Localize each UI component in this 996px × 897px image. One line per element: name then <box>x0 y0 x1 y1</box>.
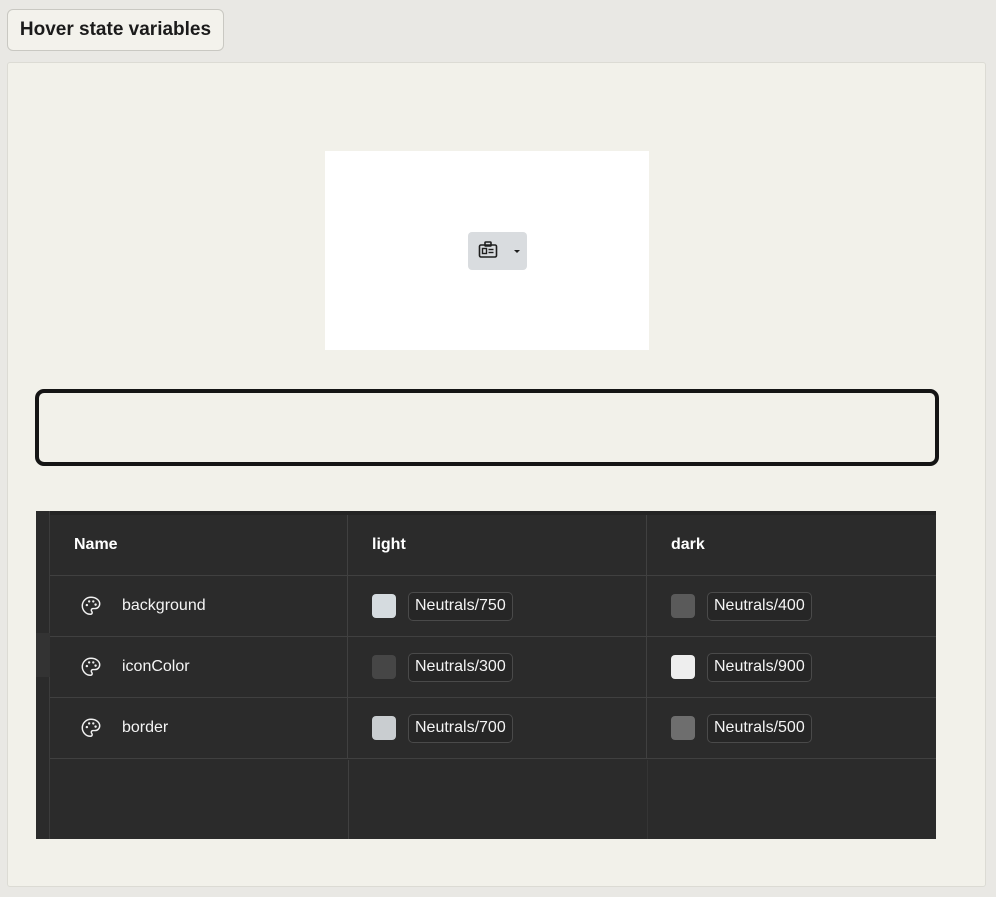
column-header-dark: dark <box>671 536 705 553</box>
table-row: iconColor Neutrals/300 Neutrals/900 <box>50 637 936 698</box>
focus-outline-box <box>35 389 939 466</box>
table-header-row: Name light dark <box>50 515 936 576</box>
palette-icon <box>81 596 101 615</box>
column-header-light: light <box>372 536 406 553</box>
token-chip[interactable]: Neutrals/750 <box>408 591 513 621</box>
color-swatch <box>372 655 396 679</box>
story-tab-label: Hover state variables <box>19 19 212 40</box>
variables-table: Name light dark background Neutrals/750 … <box>36 511 936 839</box>
color-swatch <box>671 594 695 618</box>
variable-name: border <box>122 719 169 736</box>
palette-icon <box>81 718 101 737</box>
token-chip[interactable]: Neutrals/400 <box>707 591 812 621</box>
palette-icon <box>81 657 101 676</box>
gutter-handle[interactable] <box>36 633 50 677</box>
column-header-name: Name <box>74 536 118 553</box>
variable-name: background <box>122 597 206 614</box>
table-row: background Neutrals/750 Neutrals/400 <box>50 576 936 637</box>
preview-canvas <box>325 151 649 350</box>
id-card-dropdown-button[interactable] <box>468 232 527 270</box>
id-card-icon <box>478 241 498 258</box>
token-chip[interactable]: Neutrals/300 <box>408 652 513 682</box>
color-swatch <box>372 594 396 618</box>
token-chip[interactable]: Neutrals/500 <box>707 713 812 743</box>
caret-down-icon <box>514 250 520 253</box>
variable-name: iconColor <box>122 658 190 675</box>
token-chip[interactable]: Neutrals/900 <box>707 652 812 682</box>
story-tab[interactable]: Hover state variables <box>7 9 224 51</box>
table-row: border Neutrals/700 Neutrals/500 <box>50 698 936 759</box>
color-swatch <box>671 655 695 679</box>
token-chip[interactable]: Neutrals/700 <box>408 713 513 743</box>
color-swatch <box>372 716 396 740</box>
color-swatch <box>671 716 695 740</box>
story-panel: Name light dark background Neutrals/750 … <box>7 62 986 887</box>
